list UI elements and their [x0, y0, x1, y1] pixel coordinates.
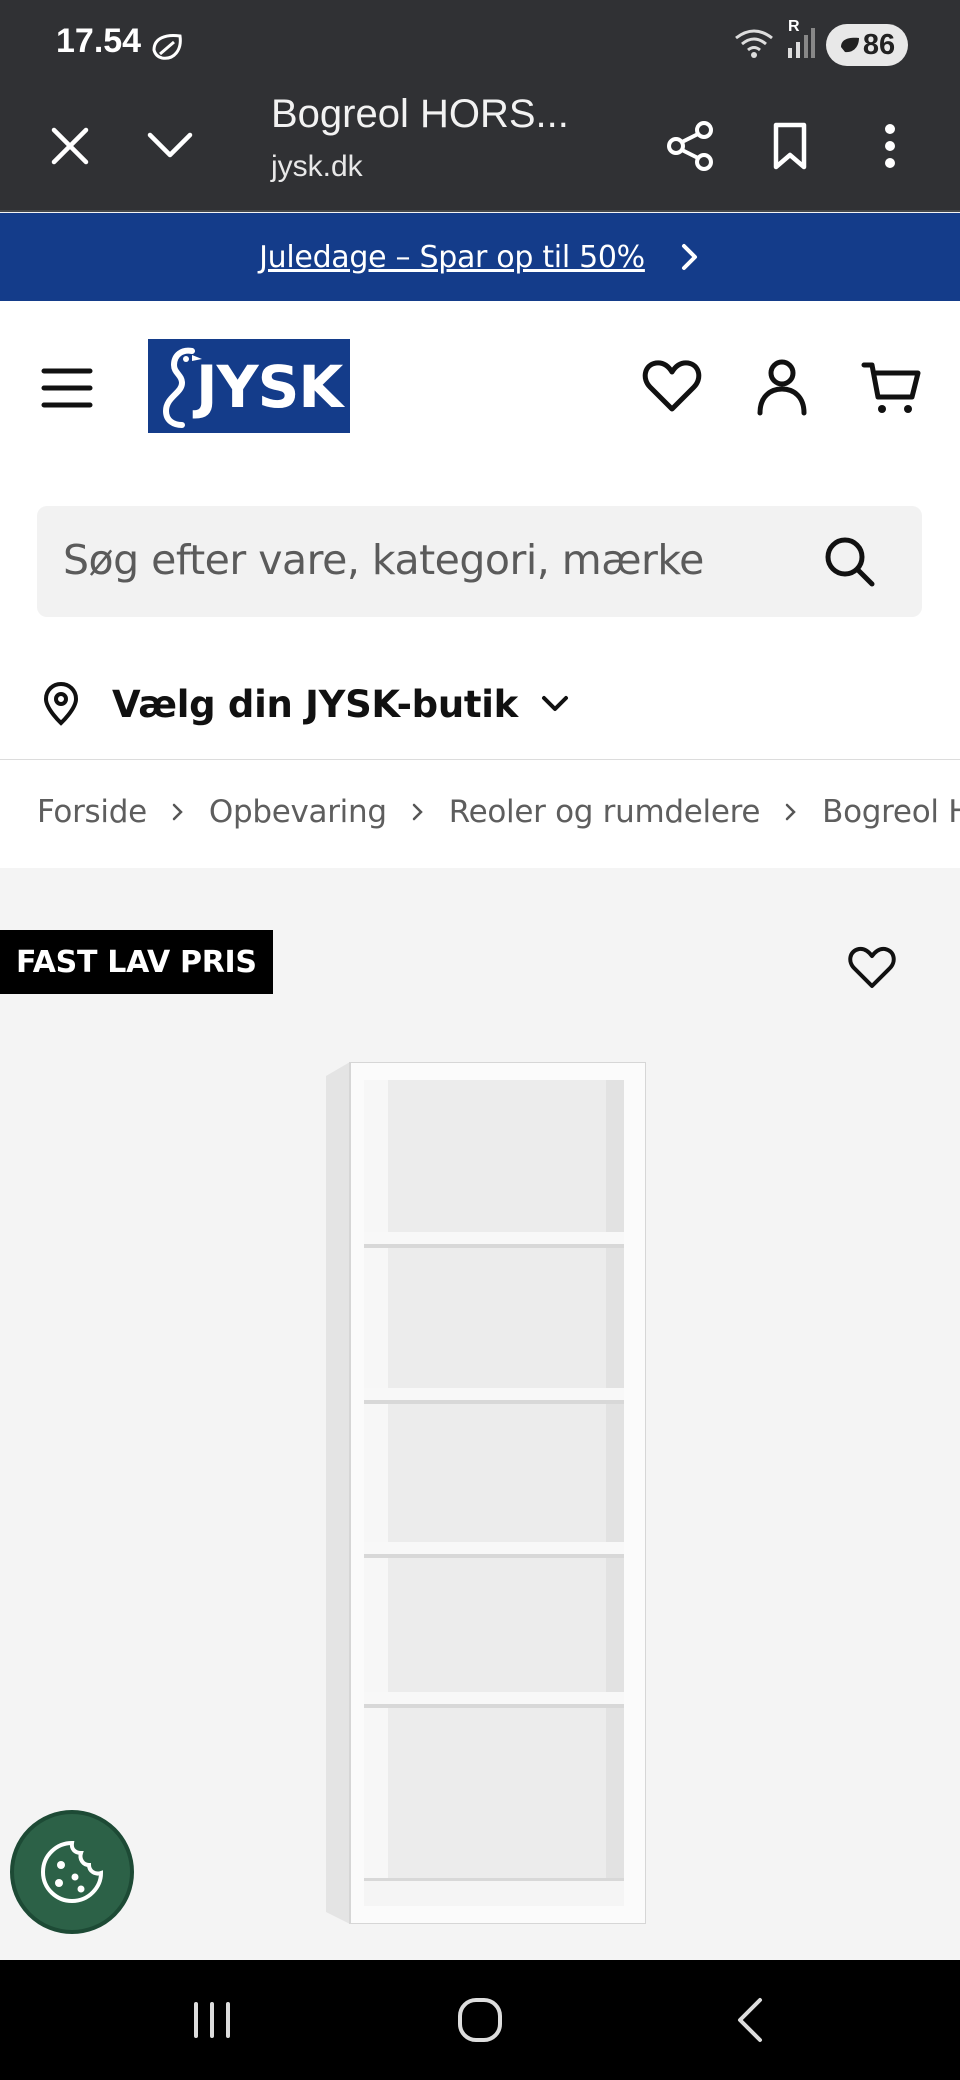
more-options-icon[interactable]	[858, 114, 922, 178]
page-title: Bogreol HORS...	[271, 92, 569, 136]
cookie-settings-button[interactable]	[10, 1810, 134, 1934]
location-pin-icon	[43, 681, 79, 726]
recent-apps-icon[interactable]	[182, 1992, 242, 2048]
account-icon[interactable]	[750, 355, 814, 419]
bookmark-icon[interactable]	[758, 114, 822, 178]
site-header: JYSK Søg efter vare, kategori, mærke Væl…	[0, 301, 960, 760]
wifi-icon	[732, 26, 776, 65]
jysk-logo[interactable]: JYSK	[148, 339, 350, 433]
chevron-right-icon	[681, 244, 697, 270]
chevron-right-icon	[785, 803, 796, 821]
bookshelf-product-image[interactable]	[316, 1062, 646, 1924]
share-icon[interactable]	[658, 114, 722, 178]
search-placeholder: Søg efter vare, kategori, mærke	[63, 536, 704, 584]
logo-text: JYSK	[196, 353, 343, 421]
page-domain: jysk.dk	[271, 150, 363, 183]
search-icon[interactable]	[822, 534, 876, 588]
back-icon[interactable]	[720, 1992, 780, 2048]
chevron-right-icon	[412, 803, 423, 821]
breadcrumb-item-opbevaring[interactable]: Opbevaring	[209, 794, 387, 830]
status-bar: 17.54 R 86	[0, 0, 960, 92]
browser-toolbar: Bogreol HORS... jysk.dk	[0, 92, 960, 212]
cart-icon[interactable]	[860, 355, 924, 419]
promo-banner[interactable]: Juledage – Spar op til 50%	[0, 213, 960, 301]
search-input[interactable]: Søg efter vare, kategori, mærke	[37, 506, 922, 617]
wishlist-heart-icon[interactable]	[640, 355, 704, 419]
signal-icon: R	[786, 18, 816, 65]
product-gallery: FAST LAV PRIS	[0, 868, 960, 1960]
hamburger-menu-icon[interactable]	[40, 363, 96, 413]
leaf-icon	[150, 30, 186, 64]
chevron-right-icon	[172, 803, 183, 821]
system-nav-bar	[0, 1960, 960, 2080]
battery-indicator: 86	[826, 24, 908, 66]
cookie-icon	[40, 1840, 104, 1904]
price-badge: FAST LAV PRIS	[0, 930, 273, 994]
battery-leaf-icon	[840, 37, 859, 53]
breadcrumb-item-current: Bogreol HORSENS	[822, 794, 960, 830]
battery-level: 86	[862, 28, 896, 61]
promo-link[interactable]: Juledage – Spar op til 50%	[259, 240, 645, 275]
chevron-down-icon	[541, 696, 568, 711]
status-icons: R 86	[732, 18, 908, 66]
breadcrumb: Forside Opbevaring Reoler og rumdelere B…	[0, 760, 960, 868]
store-selector[interactable]: Vælg din JYSK-butik	[40, 681, 570, 727]
home-icon[interactable]	[450, 1992, 510, 2048]
breadcrumb-item-forside[interactable]: Forside	[37, 794, 147, 830]
close-icon[interactable]	[38, 114, 102, 178]
status-time: 17.54	[56, 22, 142, 60]
network-label: R	[788, 17, 800, 35]
store-label: Vælg din JYSK-butik	[112, 682, 518, 726]
product-wishlist-heart-icon[interactable]	[846, 944, 898, 992]
chevron-down-icon[interactable]	[138, 114, 202, 178]
breadcrumb-item-reoler[interactable]: Reoler og rumdelere	[449, 794, 761, 830]
